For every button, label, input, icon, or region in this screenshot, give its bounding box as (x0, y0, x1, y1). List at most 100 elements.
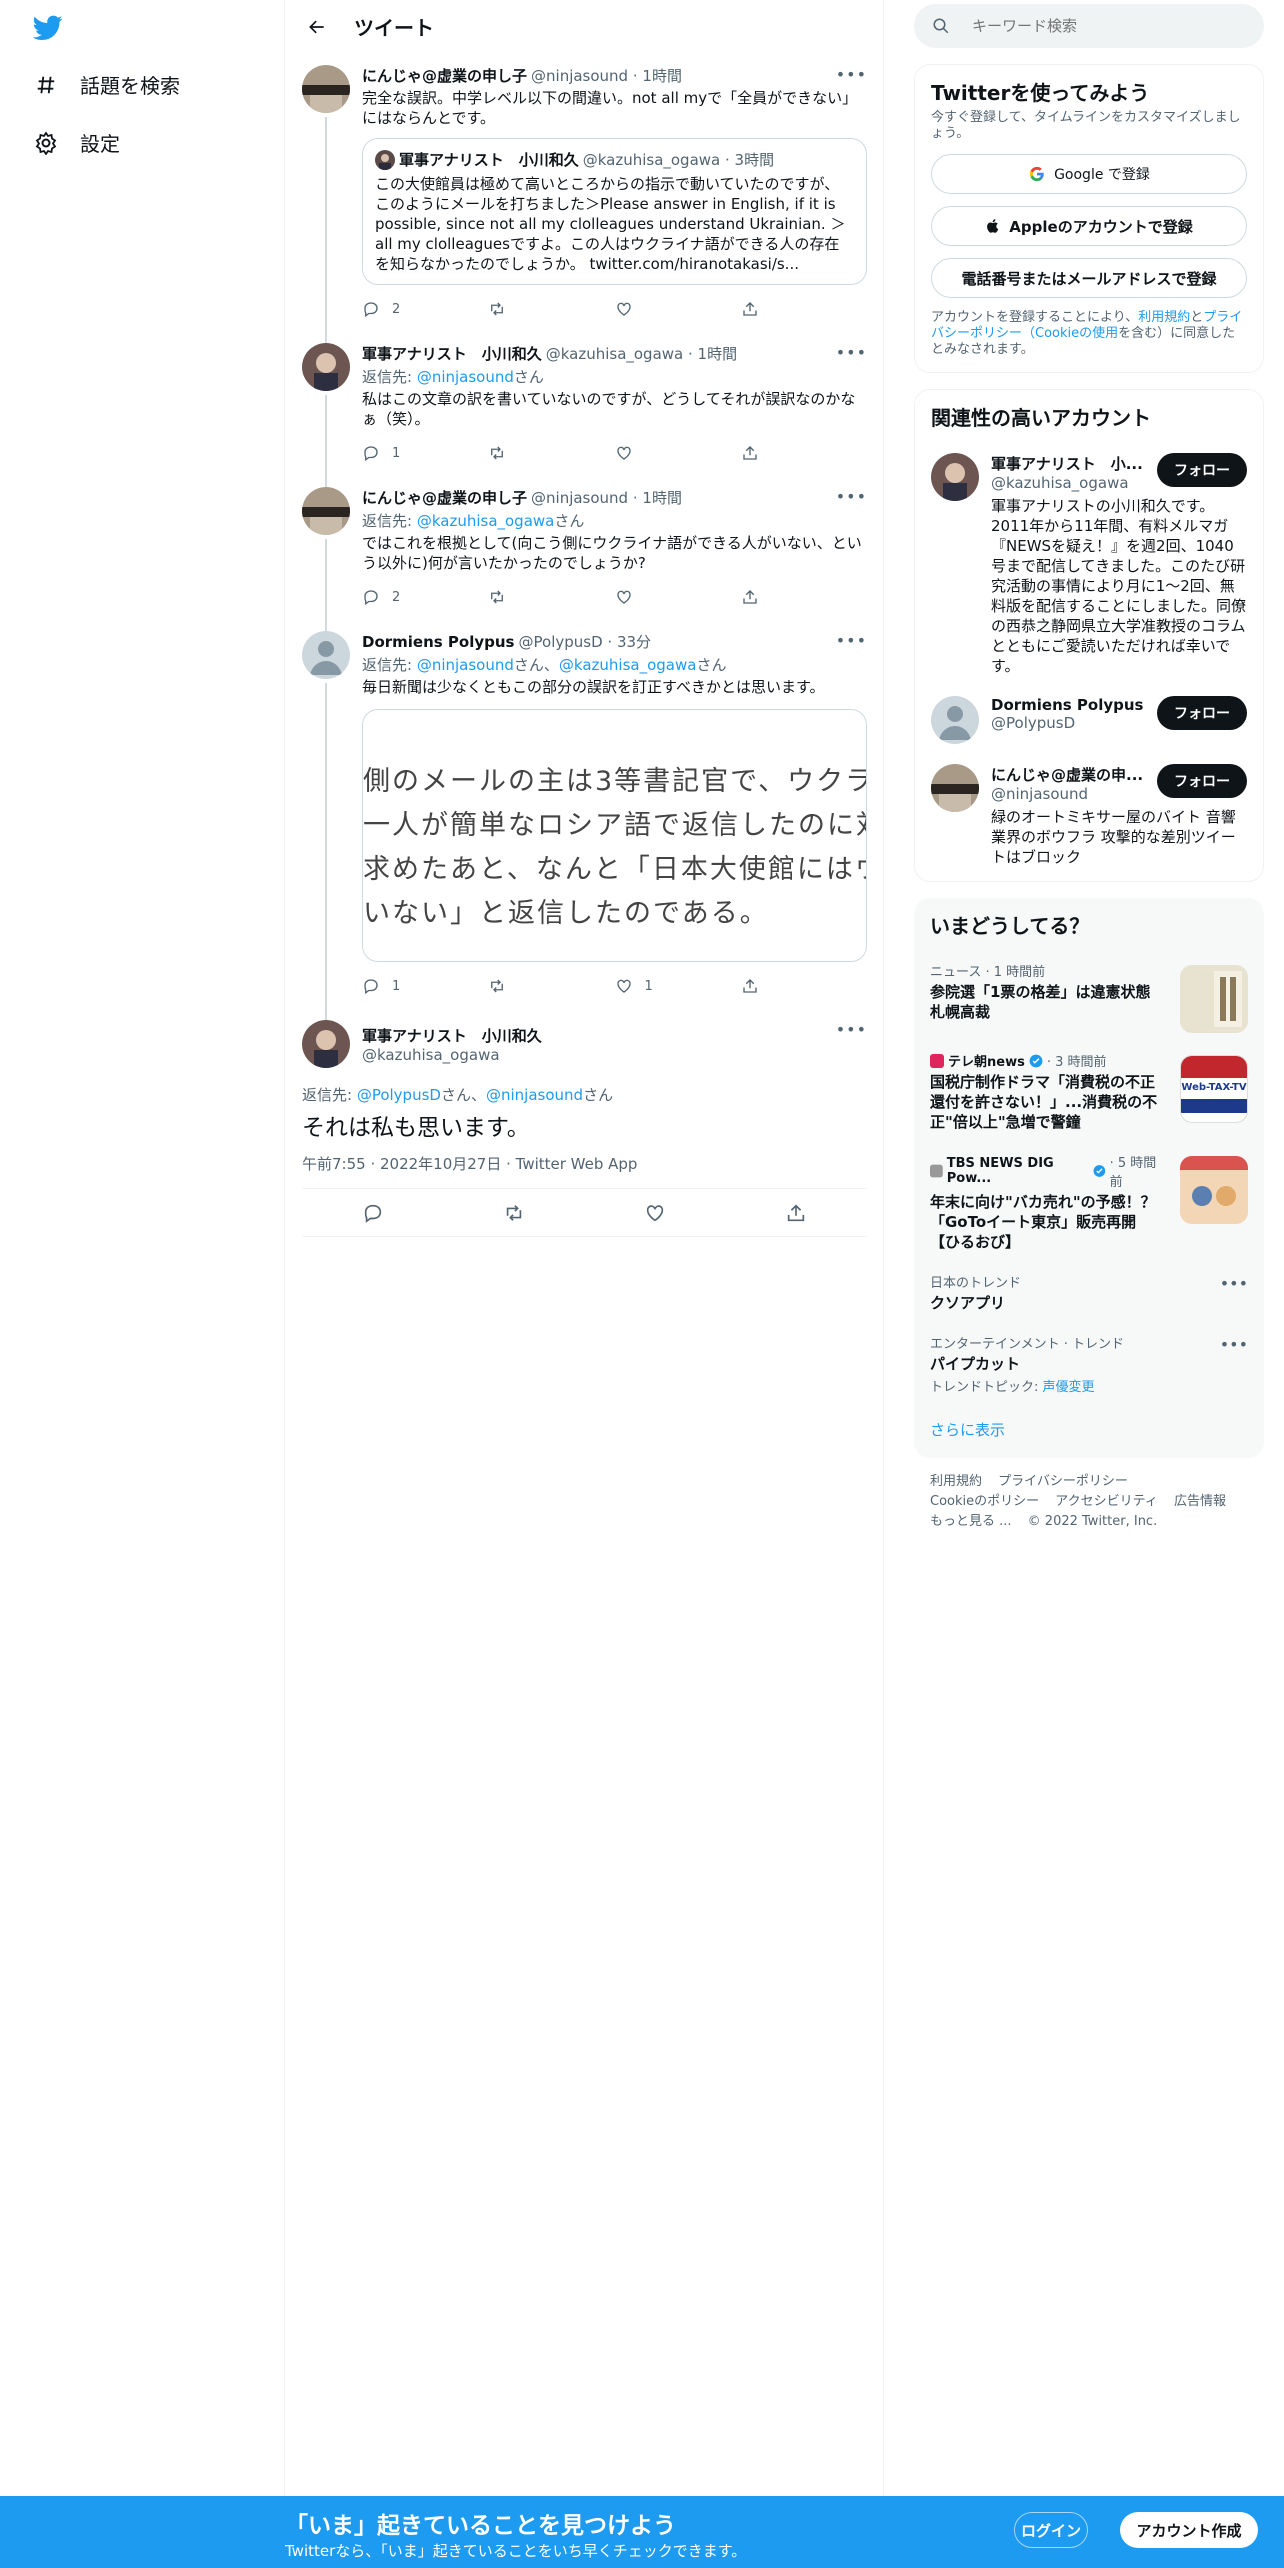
account-name[interactable]: Dormiens Polypus (991, 696, 1151, 714)
retweet-button[interactable] (488, 588, 614, 606)
more-icon[interactable]: ••• (1220, 1335, 1248, 1354)
tweet-time[interactable]: 33分 (617, 631, 651, 652)
back-arrow-icon[interactable] (302, 12, 332, 42)
trend-item[interactable]: テレ朝news · 3 時間前 国税庁制作ドラマ「消費税の不正還付を許さない！」… (914, 1041, 1264, 1142)
avatar[interactable] (931, 453, 979, 501)
tweet-image[interactable]: 側のメールの主は3等書記官で、ウクライナ 一人が簡単なロシア語で返信したのに対し… (362, 709, 867, 962)
trend-item[interactable]: 日本のトレンド クソアプリ ••• (914, 1262, 1264, 1323)
like-button[interactable] (615, 300, 741, 318)
avatar[interactable] (302, 1020, 350, 1068)
reply-mention[interactable]: @kazuhisa_ogawa (559, 656, 697, 674)
trend-item[interactable]: ニュース · 1 時間前 参院選「1票の格差」は違憲状態 札幌高裁 (914, 951, 1264, 1041)
account-name[interactable]: にんじゃ@虚業の申... (991, 764, 1151, 785)
more-icon[interactable]: ••• (836, 1020, 867, 1039)
footer-link[interactable]: プライバシーポリシー (998, 1474, 1128, 1489)
avatar[interactable] (302, 65, 350, 113)
reply-button[interactable]: 1 (362, 977, 488, 995)
nav-settings[interactable]: 設定 (34, 128, 120, 157)
author-handle[interactable]: @ninjasound (531, 489, 628, 507)
reply-mention[interactable]: @kazuhisa_ogawa (417, 512, 555, 530)
avatar[interactable] (302, 487, 350, 535)
search-bar[interactable] (914, 4, 1264, 48)
tweet-time[interactable]: 1時間 (642, 65, 682, 86)
share-button[interactable] (741, 588, 867, 606)
show-more-link[interactable]: さらに表示 (914, 1405, 1264, 1458)
like-button[interactable] (615, 588, 741, 606)
tweet[interactable]: にんじゃ@虚業の申し子 @ninjasound · 1時間 返信先: @kazu… (286, 475, 883, 631)
left-sidebar: 話題を検索 設定 (0, 0, 285, 2568)
login-button[interactable]: ログイン (1014, 2512, 1088, 2548)
reply-button[interactable]: 2 (362, 300, 488, 318)
reply-mention[interactable]: @ninjasound (417, 368, 514, 386)
author-name[interactable]: 軍事アナリスト 小川和久 (362, 343, 542, 364)
avatar[interactable] (302, 343, 350, 391)
reply-mention[interactable]: @ninjasound (417, 656, 514, 674)
author-name[interactable]: Dormiens Polypus (362, 633, 515, 651)
reply-mention[interactable]: @ninjasound (486, 1086, 583, 1104)
tweet[interactable]: にんじゃ@虚業の申し子 @ninjasound · 1時間 完全な誤訳。中学レベ… (286, 53, 883, 343)
author-handle[interactable]: @PolypusD (519, 633, 603, 651)
retweet-button[interactable] (488, 444, 614, 462)
apple-signup-button[interactable]: Appleのアカウントで登録 (931, 206, 1247, 246)
author-handle[interactable]: @kazuhisa_ogawa (362, 1046, 542, 1064)
quoted-tweet[interactable]: 軍事アナリスト 小川和久 @kazuhisa_ogawa · 3時間 この大使館… (362, 138, 867, 285)
google-signup-button[interactable]: Google で登録 (931, 154, 1247, 194)
account-item[interactable]: にんじゃ@虚業の申... @ninjasound 緑のオートミキサー屋のバイト … (915, 754, 1263, 881)
phone-email-signup-button[interactable]: 電話番号またはメールアドレスで登録 (931, 258, 1247, 298)
avatar[interactable] (931, 696, 979, 744)
like-button[interactable]: 1 (615, 977, 741, 995)
follow-button[interactable]: フォロー (1157, 764, 1247, 798)
author-handle[interactable]: @kazuhisa_ogawa (546, 345, 684, 363)
more-icon[interactable]: ••• (836, 65, 867, 84)
footer-link[interactable]: 広告情報 (1174, 1494, 1226, 1509)
retweet-button[interactable] (488, 300, 614, 318)
more-icon[interactable]: ••• (836, 487, 867, 506)
trend-item[interactable]: エンターテインメント · トレンド パイプカット トレンドトピック: 声優変更 … (914, 1323, 1264, 1405)
share-button[interactable] (741, 444, 867, 462)
tweet-time[interactable]: 1時間 (698, 343, 738, 364)
author-handle[interactable]: @ninjasound (531, 67, 628, 85)
more-icon[interactable]: ••• (836, 343, 867, 362)
retweet-button[interactable] (488, 977, 614, 995)
avatar[interactable] (302, 631, 350, 679)
reply-button[interactable]: 1 (362, 444, 488, 462)
author-name[interactable]: 軍事アナリスト 小川和久 (362, 1025, 542, 1046)
heart-icon[interactable] (644, 1202, 666, 1224)
share-button[interactable] (741, 300, 867, 318)
more-icon[interactable]: ••• (1220, 1274, 1248, 1293)
reply-icon[interactable] (362, 1202, 384, 1224)
tweet[interactable]: Dormiens Polypus @PolypusD · 33分 返信先: @n… (286, 619, 883, 1020)
signup-button[interactable]: アカウント作成 (1120, 2512, 1258, 2548)
avatar[interactable] (931, 764, 979, 812)
account-item[interactable]: 軍事アナリスト 小... @kazuhisa_ogawa 軍事アナリストの小川和… (915, 443, 1263, 686)
trend-item[interactable]: TBS NEWS DIG Pow... · 5 時間前 年末に向け"バカ売れ"の… (914, 1142, 1264, 1262)
prompt-subtitle: Twitterなら、「いま」起きていることをいち早くチェックできます。 (285, 2542, 747, 2560)
footer-link[interactable]: アクセシビリティ (1055, 1494, 1158, 1509)
account-item[interactable]: Dormiens Polypus @PolypusD フォロー (915, 686, 1263, 754)
tweet[interactable]: 軍事アナリスト 小川和久 @kazuhisa_ogawa · 1時間 返信先: … (286, 331, 883, 487)
nav-explore[interactable]: 話題を検索 (34, 70, 180, 99)
tweet-meta[interactable]: 午前7:55 · 2022年10月27日 · Twitter Web App (302, 1153, 867, 1189)
follow-button[interactable]: フォロー (1157, 453, 1247, 487)
footer-link[interactable]: 利用規約 (930, 1474, 982, 1489)
footer-link[interactable]: Cookieのポリシー (930, 1494, 1039, 1509)
image-text-line: 一人が簡単なロシア語で返信したのに対し (363, 810, 867, 841)
trend-topic-link[interactable]: 声優変更 (1043, 1380, 1095, 1395)
twitter-logo-icon[interactable] (33, 15, 63, 41)
search-input[interactable] (972, 17, 1232, 35)
follow-button[interactable]: フォロー (1157, 696, 1247, 730)
share-button[interactable] (741, 977, 867, 995)
footer-link[interactable]: もっと見る ... (930, 1514, 1012, 1529)
share-icon[interactable] (785, 1202, 807, 1224)
tweet-actions: 2 (362, 579, 867, 615)
like-button[interactable] (615, 444, 741, 462)
more-icon[interactable]: ••• (836, 631, 867, 650)
terms-link[interactable]: 利用規約 (1138, 310, 1190, 325)
author-name[interactable]: にんじゃ@虚業の申し子 (362, 487, 527, 508)
tweet-time[interactable]: 1時間 (642, 487, 682, 508)
account-name[interactable]: 軍事アナリスト 小... (991, 453, 1151, 474)
retweet-icon[interactable] (503, 1202, 525, 1224)
reply-button[interactable]: 2 (362, 588, 488, 606)
author-name[interactable]: にんじゃ@虚業の申し子 (362, 65, 527, 86)
reply-mention[interactable]: @PolypusD (357, 1086, 441, 1104)
